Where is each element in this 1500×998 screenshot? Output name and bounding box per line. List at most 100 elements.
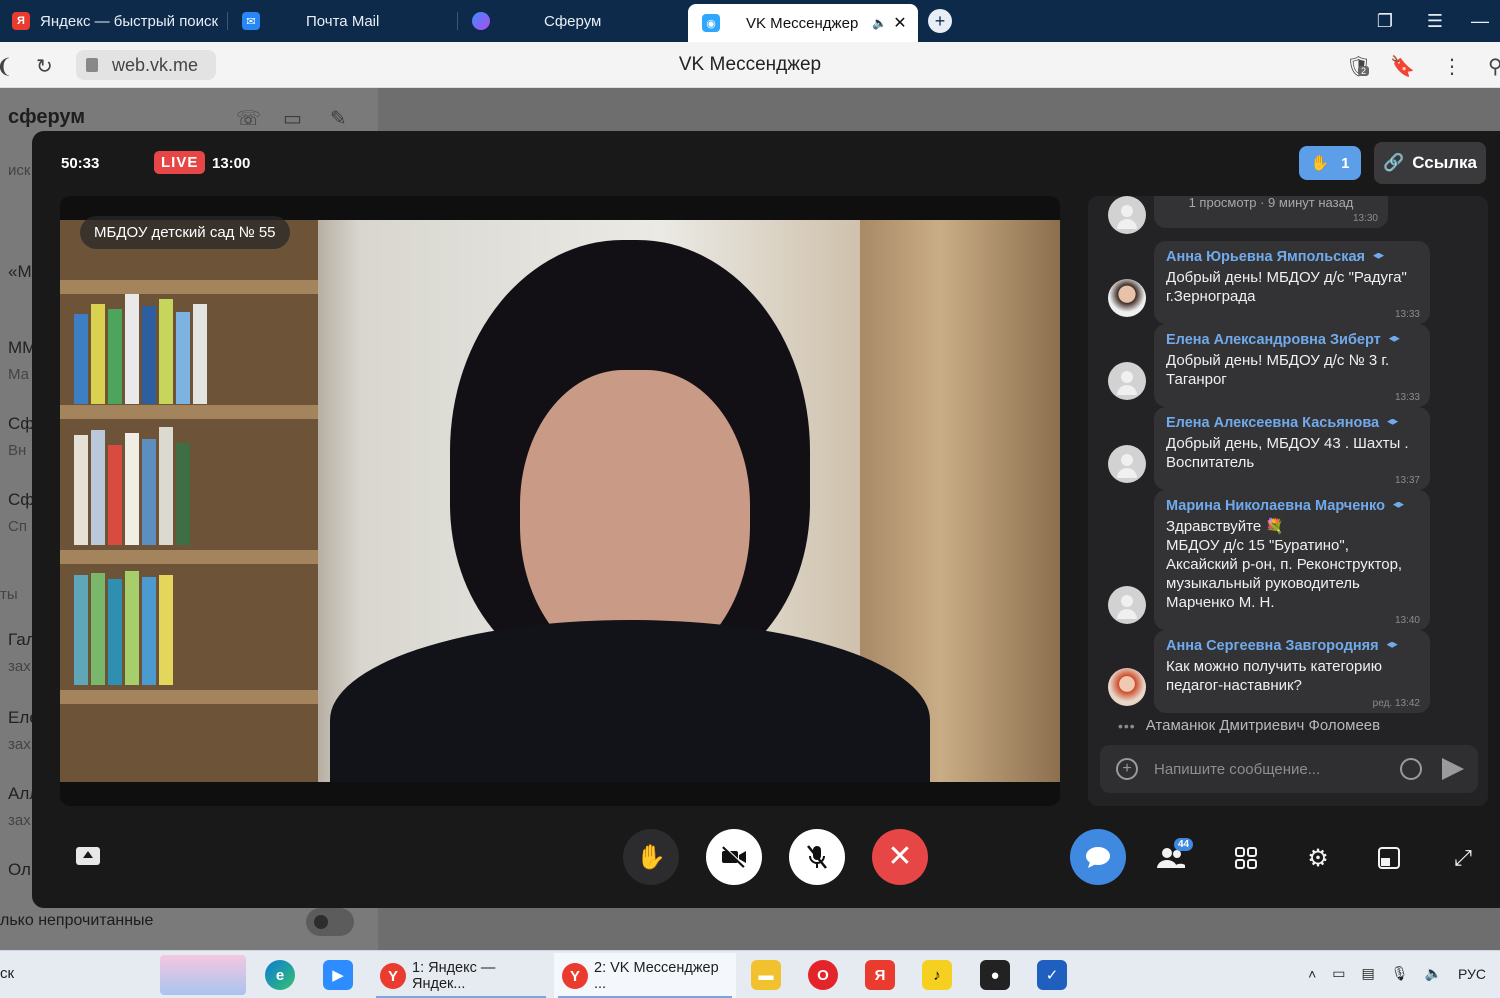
menu-icon[interactable]: ☰ <box>1410 11 1460 32</box>
live-badge: LIVE <box>154 151 206 174</box>
typing-indicator: ••• Атаманюк Дмитриевич Фоломеев <box>1118 717 1380 734</box>
chat-preview: Вн <box>8 442 27 459</box>
extensions-icon[interactable]: ⚲ <box>1488 54 1500 79</box>
reload-icon[interactable]: ↻ <box>36 54 53 79</box>
tab-yandex[interactable]: Я Яндекс — быстрый поиск <box>0 0 228 42</box>
message-time: 13:30 <box>1352 213 1378 224</box>
message-author[interactable]: Анна Юрьевна Ямпольская <box>1166 249 1418 265</box>
windows-taskbar: ск e ▶ Y 1: Яндекс — Яндек... Y 2: VK Ме… <box>0 950 1500 998</box>
compose-icon[interactable]: ✎ <box>330 106 347 131</box>
chat-item[interactable]: Сф <box>8 414 34 434</box>
camera-toggle-button[interactable] <box>706 829 762 885</box>
tab-mail[interactable]: ✉ Почта Mail <box>228 0 458 42</box>
author-name: Анна Юрьевна Ямпольская <box>1166 249 1366 265</box>
settings-button[interactable]: ⚙ <box>1303 843 1333 873</box>
yandex-browser-icon: Y <box>562 963 588 989</box>
close-icon: ✕ <box>887 840 913 873</box>
edge-icon[interactable]: e <box>265 960 295 990</box>
chat-item[interactable]: «М <box>8 262 32 282</box>
yandex-icon[interactable]: Я <box>865 960 895 990</box>
link-icon: 🔗 <box>1383 153 1405 172</box>
layout-icon <box>1378 847 1400 869</box>
tab-vk-messenger[interactable]: ◉ VK Мессенджер 🔈 ✕ <box>688 4 918 42</box>
yandex-music-icon[interactable]: ♪ <box>922 960 952 990</box>
avatar <box>1108 586 1146 624</box>
volume-icon[interactable]: 🔈 <box>1425 965 1442 982</box>
speaker-name-label: МБДОУ детский сад № 55 <box>80 216 290 249</box>
live-start-time: 13:00 <box>212 155 251 172</box>
message-time: 13:33 <box>1394 309 1420 320</box>
call-add-icon[interactable]: ☏ <box>236 106 261 131</box>
new-tab-icon[interactable]: + <box>928 9 952 33</box>
emoji-icon[interactable] <box>1400 758 1422 780</box>
url-field[interactable]: web.vk.me <box>76 50 216 80</box>
attach-plus-icon[interactable]: + <box>1116 758 1138 780</box>
back-icon[interactable]: ❨ <box>0 54 13 79</box>
taskbar-yandex-window[interactable]: Y 1: Яндекс — Яндек... <box>372 953 550 998</box>
security-shield-icon[interactable]: ✓ <box>1037 960 1067 990</box>
zoom-icon[interactable]: ▶ <box>323 960 353 990</box>
mail-icon: ✉ <box>242 12 260 30</box>
file-explorer-icon[interactable]: ▬ <box>751 960 781 990</box>
chat-item[interactable]: Сф <box>8 490 34 510</box>
network-icon[interactable]: ▭ <box>1332 965 1345 982</box>
send-icon[interactable] <box>1442 758 1464 780</box>
channel-title: сферум <box>8 106 86 128</box>
yandex-icon: Я <box>12 12 30 30</box>
chat-toggle-button[interactable] <box>1070 829 1126 885</box>
taskbar-search[interactable]: ск <box>0 965 14 982</box>
search-highlight-image[interactable] <box>160 955 246 995</box>
call-window: 50:33 LIVE 13:00 ✋ 1 🔗 Ссылка МБДОУ детс… <box>32 131 1500 908</box>
message-bubble: Елена Александровна Зиберт Добрый день! … <box>1154 324 1430 407</box>
end-call-button[interactable]: ✕ <box>872 829 928 885</box>
taskbar-vk-window[interactable]: Y 2: VK Мессенджер ... <box>554 953 736 998</box>
layout-button[interactable] <box>1374 843 1404 873</box>
unread-only-toggle[interactable] <box>306 908 354 936</box>
typing-user: Атаманюк Дмитриевич Фоломеев <box>1145 717 1381 734</box>
archive-icon[interactable]: ▭ <box>283 106 302 131</box>
video-tile[interactable]: МБДОУ детский сад № 55 <box>60 196 1060 806</box>
minimize-icon[interactable]: — <box>1460 11 1500 32</box>
grid-view-button[interactable] <box>1231 843 1261 873</box>
fullscreen-button[interactable]: ⤢ <box>1448 843 1478 873</box>
message-author[interactable]: Елена Алексеевна Касьянова <box>1166 415 1418 431</box>
message-author[interactable]: Марина Николаевна Марченко <box>1166 498 1418 514</box>
avatar <box>1108 362 1146 400</box>
more-icon[interactable]: ⋮ <box>1442 54 1462 79</box>
tabbar-right: ❐ ☰ — <box>1360 0 1500 42</box>
close-tab-icon[interactable]: ✕ <box>893 13 906 33</box>
raised-hands-button[interactable]: ✋ 1 <box>1299 146 1361 180</box>
message-input[interactable] <box>1154 760 1390 778</box>
bookmark-icon[interactable]: 🔖 <box>1390 54 1415 79</box>
author-name: Елена Алексеевна Касьянова <box>1166 415 1380 431</box>
raised-hands-count: 1 <box>1341 154 1350 172</box>
chat-preview: Сп <box>8 518 27 535</box>
language-indicator[interactable]: РУС <box>1458 966 1486 982</box>
message-author[interactable]: Анна Сергеевна Завгородняя <box>1166 638 1418 654</box>
microphone-icon[interactable]: 🎙 <box>1391 965 1409 982</box>
system-tray: ˄ ▭ ▤ 🎙 🔈 РУС <box>1308 965 1486 982</box>
message-author[interactable]: Елена Александровна Зиберт <box>1166 332 1418 348</box>
copy-link-button[interactable]: 🔗 Ссылка <box>1374 142 1486 184</box>
device-icon[interactable]: ▤ <box>1362 965 1375 982</box>
chevron-up-icon[interactable]: ˄ <box>1308 966 1316 982</box>
tab-label: Яндекс — быстрый поиск <box>40 12 219 30</box>
protect-badge: 2 <box>1358 66 1370 76</box>
hand-icon: ✋ <box>636 843 666 871</box>
mic-toggle-button[interactable] <box>789 829 845 885</box>
tab-label: Сферум <box>544 12 602 30</box>
tab-sferum[interactable]: Сферум <box>458 0 688 42</box>
avatar <box>1108 668 1146 706</box>
raise-hand-button[interactable]: ✋ <box>623 829 679 885</box>
screen-recorder-icon[interactable]: ● <box>980 960 1010 990</box>
avatar <box>1108 445 1146 483</box>
author-name: Марина Николаевна Марченко <box>1166 498 1385 514</box>
participants-count-badge: 44 <box>1174 838 1194 851</box>
speaker-icon[interactable]: 🔈 <box>872 16 887 30</box>
address-bar: ❨ ↻ web.vk.me VK Мессенджер 🛡 2 🔖 ⋮ ⚲ <box>0 42 1500 88</box>
opera-icon[interactable]: O <box>808 960 838 990</box>
collections-icon[interactable]: ❐ <box>1360 11 1410 32</box>
link-label: Ссылка <box>1412 153 1477 172</box>
sferum-icon <box>472 12 490 30</box>
share-screen-icon[interactable] <box>76 847 100 865</box>
